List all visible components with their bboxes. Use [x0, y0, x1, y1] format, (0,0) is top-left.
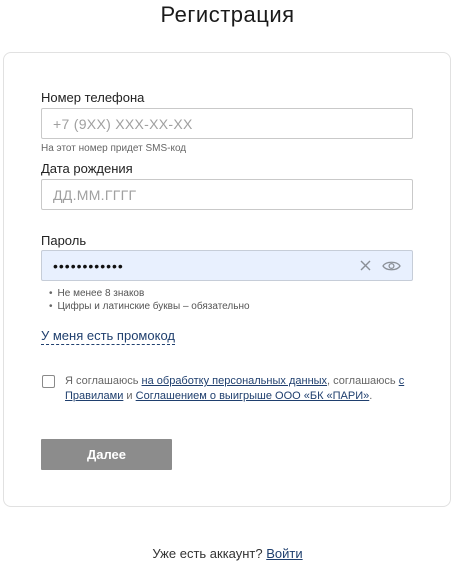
- birthdate-label: Дата рождения: [41, 161, 133, 176]
- consent-text-part: , соглашаюсь: [327, 375, 399, 387]
- phone-placeholder: +7 (9XX) XXX-XX-XX: [53, 115, 193, 132]
- close-icon[interactable]: [357, 258, 373, 274]
- password-label: Пароль: [41, 233, 87, 248]
- consent-text-part: Я соглашаюсь: [65, 375, 142, 387]
- birthdate-input[interactable]: ДД.ММ.ГГГГ: [41, 179, 413, 210]
- phone-label: Номер телефона: [41, 90, 145, 105]
- phone-input[interactable]: +7 (9XX) XXX-XX-XX: [41, 108, 413, 139]
- personal-data-link[interactable]: на обработку персональных данных: [142, 375, 328, 387]
- password-input[interactable]: ••••••••••••: [41, 250, 413, 281]
- promo-code-link[interactable]: У меня есть промокод: [41, 328, 175, 345]
- next-button[interactable]: Далее: [41, 439, 172, 470]
- password-rule: Цифры и латинские буквы – обязательно: [49, 301, 250, 312]
- consent-text-part: .: [369, 389, 373, 402]
- login-prompt: Уже есть аккаунт? Войти: [0, 546, 455, 561]
- birthdate-placeholder: ДД.ММ.ГГГГ: [53, 186, 137, 203]
- phone-hint: На этот номер придет SMS-код: [41, 143, 187, 154]
- winnings-agreement-link[interactable]: Соглашением о выигрыше ООО «БК «ПАРИ»: [136, 390, 370, 402]
- password-value: ••••••••••••: [53, 257, 124, 274]
- consent-text: Я соглашаюсь на обработку персональных д…: [65, 374, 405, 403]
- consent-checkbox[interactable]: [42, 375, 55, 388]
- password-rule: Не менее 8 знаков: [49, 288, 145, 299]
- cropped-bottom-strip: [0, 575, 465, 581]
- consent-text-part: и: [123, 389, 136, 402]
- page-title: Регистрация: [160, 2, 295, 27]
- login-question: Уже есть аккаунт?: [152, 546, 263, 561]
- login-link[interactable]: Войти: [266, 546, 302, 561]
- eye-icon[interactable]: [381, 258, 401, 274]
